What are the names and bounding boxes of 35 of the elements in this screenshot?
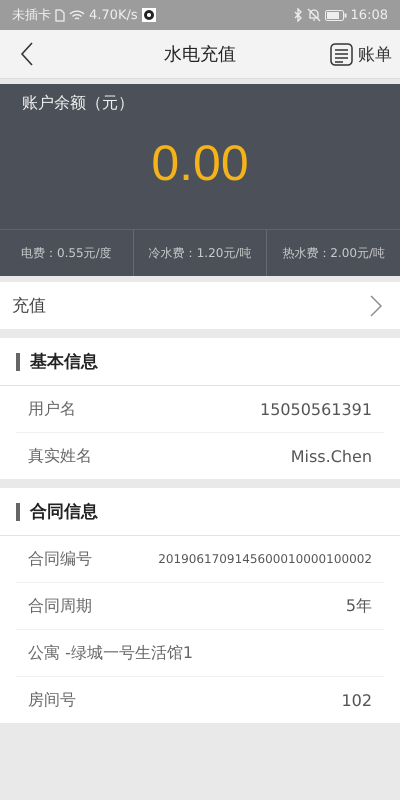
- back-icon: [20, 42, 34, 66]
- field-label: 合同周期: [28, 596, 92, 616]
- carrier-text: 未插卡: [12, 7, 51, 24]
- bell-off-icon: [306, 8, 321, 22]
- sim-icon: [55, 8, 65, 22]
- field-label: 房间号: [28, 690, 76, 710]
- battery-icon: [324, 10, 347, 20]
- bill-button[interactable]: 账单: [330, 42, 392, 66]
- bluetooth-icon: [294, 8, 303, 22]
- recharge-row[interactable]: 充值: [0, 282, 400, 329]
- list-icon: [330, 42, 353, 66]
- chevron-right-icon: [370, 294, 382, 316]
- fee-rate: 冷水费：1.20元/吨: [132, 230, 266, 276]
- field-label: 公寓 -绿城一号生活馆1: [28, 642, 194, 664]
- clock: 16:08: [350, 8, 388, 22]
- field-value: Miss.Chen: [290, 446, 372, 466]
- page-title: 水电充值: [164, 43, 236, 66]
- balance-label: 账户余额（元）: [21, 92, 135, 114]
- section-marker: [16, 502, 20, 520]
- balance-amount: 0.00: [151, 134, 249, 192]
- fee-rate: 热水费：2.00元/吨: [266, 230, 400, 276]
- field-value: 102: [341, 690, 372, 710]
- field-value: 5年: [346, 596, 372, 616]
- wifi-icon: [69, 8, 85, 22]
- section-title: 基本信息: [30, 351, 98, 373]
- app-icon: [142, 8, 156, 22]
- section-title: 合同信息: [30, 501, 98, 523]
- fee-rate: 电费：0.55元/度: [20, 244, 113, 262]
- field-label: 合同编号: [28, 548, 92, 570]
- section-marker: [16, 352, 20, 370]
- field-label: 真实姓名: [28, 446, 92, 466]
- field-value: 2019061709145600010000100002: [158, 552, 372, 566]
- field-value: 15050561391: [260, 400, 372, 418]
- network-speed: 4.70K/s: [89, 8, 138, 22]
- field-label: 用户名: [28, 398, 76, 420]
